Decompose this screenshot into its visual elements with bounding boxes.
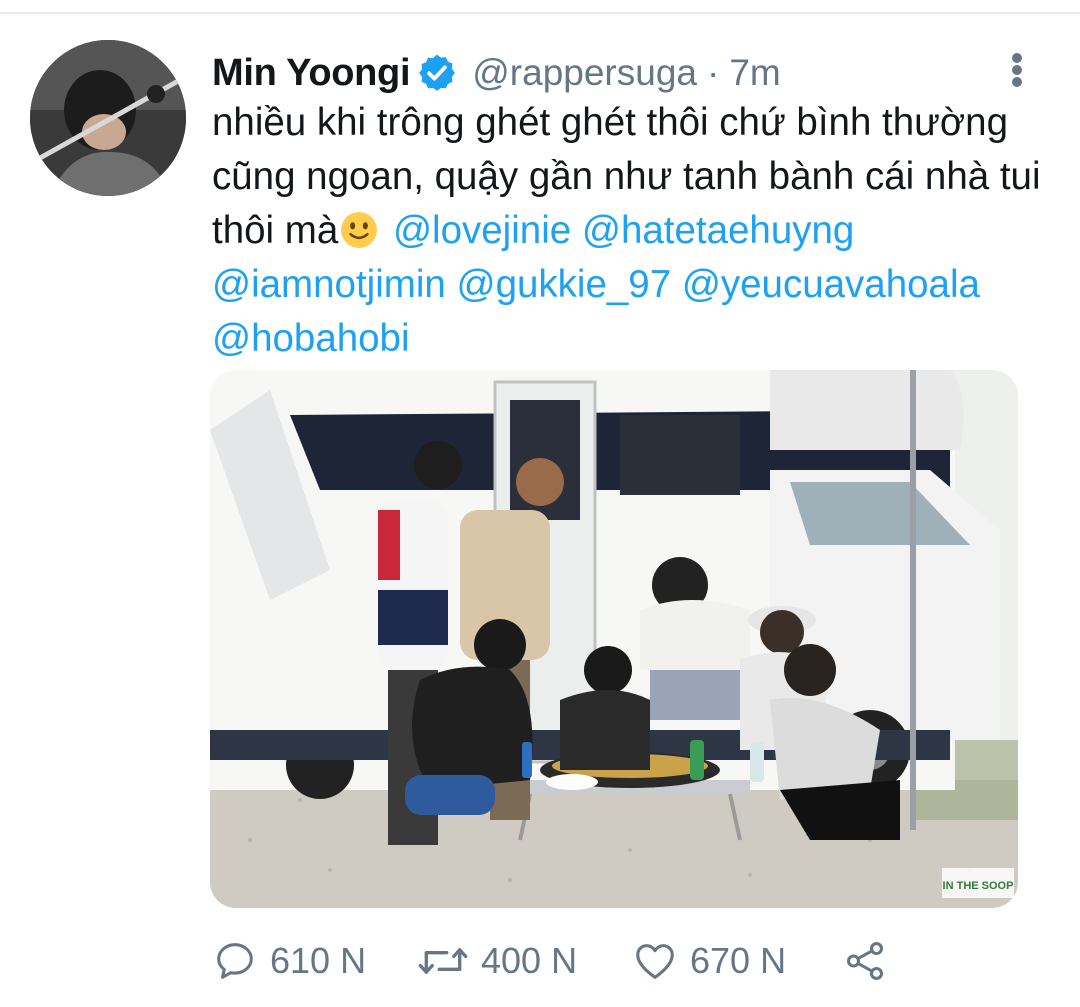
more-dot — [1012, 77, 1022, 87]
reply-count: 610 N — [270, 940, 367, 981]
in-the-soop-watermark: IN THE SOOP — [942, 868, 1014, 898]
share-icon — [846, 942, 884, 980]
svg-text:IN THE SOOP: IN THE SOOP — [943, 880, 1014, 892]
tweet-screen: Min Yoongi @rappersuga · 7m nhiều khi tr… — [0, 0, 1080, 1007]
avatar[interactable] — [30, 40, 186, 196]
heart-icon — [636, 944, 674, 979]
retweet-button[interactable]: 400 N — [417, 935, 577, 987]
more-dot — [1012, 65, 1022, 75]
mention-link[interactable]: @gukkie_97 — [457, 263, 672, 306]
tweet-actions: 610 N 400 N 670 N — [212, 935, 1042, 987]
mention-link[interactable]: @yeucuavahoala — [682, 263, 980, 306]
reply-button[interactable]: 610 N — [212, 935, 366, 987]
verified-badge-icon — [419, 54, 456, 91]
like-count: 670 N — [690, 940, 787, 981]
photo-image: IN THE SOOP — [210, 370, 1018, 908]
share-button[interactable] — [842, 935, 888, 987]
retweet-icon — [418, 948, 468, 974]
like-button[interactable]: 670 N — [632, 935, 786, 987]
reply-icon — [217, 943, 253, 979]
slightly-smiling-face-icon — [341, 212, 378, 248]
retweet-count: 400 N — [481, 940, 578, 981]
tweet-photo[interactable]: IN THE SOOP — [210, 370, 1018, 908]
top-divider — [0, 12, 1080, 14]
mention-link[interactable]: @hobahobi — [212, 317, 410, 360]
separator-dot: · — [706, 52, 720, 93]
user-handle[interactable]: @rappersuga — [472, 52, 697, 94]
mention-link[interactable]: @iamnotjimin — [212, 263, 446, 306]
tweet-text: nhiều khi trông ghét ghét thôi chứ bình … — [212, 96, 1042, 366]
avatar-image — [30, 40, 186, 196]
more-options-button[interactable] — [1000, 50, 1034, 90]
tweet-header: Min Yoongi @rappersuga · 7m — [212, 48, 781, 98]
timestamp[interactable]: 7m — [729, 52, 780, 94]
display-name[interactable]: Min Yoongi — [212, 52, 411, 95]
more-vertical-icon — [1012, 53, 1022, 63]
mention-link[interactable]: @hatetaehuyng — [582, 209, 854, 252]
mention-link[interactable]: @lovejinie — [393, 209, 571, 252]
